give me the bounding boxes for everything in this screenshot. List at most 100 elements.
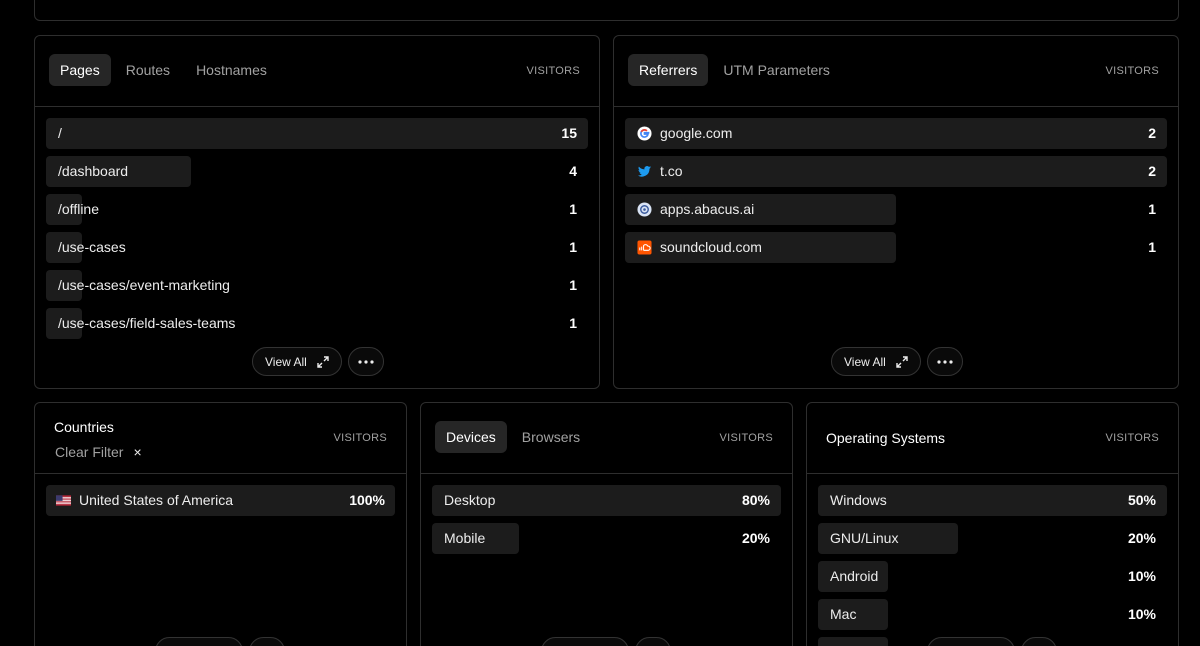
view-all-button[interactable] [155,637,243,646]
tab-browsers[interactable]: Browsers [511,421,591,453]
list-item[interactable]: Mac 10% [818,599,1167,630]
clear-filter-label: Clear Filter [55,444,124,460]
more-options-button[interactable] [347,347,384,376]
os-card: Operating Systems VISITORS Windows 50% G… [806,402,1179,646]
view-all-label: View All [844,354,886,369]
pages-footer: View All [252,347,384,376]
more-options-button[interactable] [926,347,963,376]
value-bar [625,156,1167,187]
visitor-count: 2 [1148,125,1156,141]
visitor-count: 2 [1148,163,1156,179]
list-item[interactable]: google.com 2 [625,118,1167,149]
page-path: /use-cases/field-sales-teams [58,315,236,331]
list-item[interactable]: Windows 50% [818,485,1167,516]
referrer: soundcloud.com [637,232,762,263]
os-title: Operating Systems [826,430,946,446]
clear-filter-button[interactable]: Clear Filter × [55,444,142,460]
page-path: / [58,125,62,141]
visitor-count: 15 [561,125,577,141]
view-all-button[interactable] [541,637,629,646]
referrer: google.com [637,118,732,149]
os-label: Mac [830,606,857,622]
referrer: apps.abacus.ai [637,194,754,225]
visitors-column-header: VISITORS [1105,432,1159,444]
pages-card: Pages Routes Hostnames VISITORS / 15 /da… [34,35,600,389]
list-item[interactable]: Desktop 80% [432,485,781,516]
visitor-share: 20% [741,530,770,546]
soundcloud-icon [637,240,652,255]
close-icon: × [133,444,142,460]
devices-card-header: Devices Browsers VISITORS [421,403,792,474]
view-all-button[interactable]: View All [831,347,921,376]
countries-card: Countries Clear Filter × VISITORS United… [34,402,407,646]
os-card-header: Operating Systems VISITORS [807,403,1178,474]
tab-routes[interactable]: Routes [115,54,181,86]
view-all-button[interactable] [927,637,1015,646]
visitors-column-header: VISITORS [333,432,387,444]
list-item[interactable]: soundcloud.com 1 [625,232,1167,263]
page-path: /use-cases [58,239,126,255]
us-flag-icon [56,495,71,506]
list-item[interactable]: /use-cases/event-marketing 1 [46,270,588,301]
referrer: t.co [637,156,683,187]
expand-icon [317,355,329,368]
countries-card-header: Countries Clear Filter × VISITORS [35,403,406,474]
countries-footer [155,637,285,646]
list-item[interactable]: t.co 2 [625,156,1167,187]
referrer-label: google.com [660,125,733,141]
visitor-share: 80% [741,492,770,508]
list-item[interactable]: Android 10% [818,561,1167,592]
tab-hostnames[interactable]: Hostnames [185,54,278,86]
list-item[interactable]: GNU/Linux 20% [818,523,1167,554]
abacus-icon [637,202,652,217]
country: United States of America [56,485,233,516]
list-item[interactable]: apps.abacus.ai 1 [625,194,1167,225]
twitter-icon [637,166,652,177]
os-label: Android [830,568,879,584]
page-path: /dashboard [58,163,129,179]
visitor-count: 1 [569,239,577,255]
list-item[interactable]: / 15 [46,118,588,149]
devices-footer [541,637,671,646]
country-label: United States of America [79,492,234,508]
list-item[interactable]: /use-cases/field-sales-teams 1 [46,308,588,339]
referrers-list: google.com 2 t.co 2 apps.abacus.ai 1 sou… [625,118,1167,270]
visitor-share: 50% [1127,492,1156,508]
view-all-label: View All [265,354,307,369]
tab-referrers[interactable]: Referrers [628,54,709,86]
list-item[interactable]: Mobile 20% [432,523,781,554]
device-label: Mobile [444,530,486,546]
list-item[interactable]: /dashboard 4 [46,156,588,187]
devices-tabs: Devices Browsers [435,421,591,453]
os-label: GNU/Linux [830,530,899,546]
devices-list: Desktop 80% Mobile 20% [432,485,781,561]
visitor-count: 1 [569,277,577,293]
pages-tabs: Pages Routes Hostnames [49,54,278,86]
referrer-label: soundcloud.com [660,239,762,255]
more-options-button[interactable] [249,637,285,646]
expand-icon [896,355,908,368]
visitors-column-header: VISITORS [719,432,773,444]
list-item[interactable]: United States of America 100% [46,485,395,516]
list-item[interactable]: /use-cases 1 [46,232,588,263]
pages-card-header: Pages Routes Hostnames VISITORS [35,36,599,107]
top-card [34,0,1179,21]
list-item[interactable]: /offline 1 [46,194,588,225]
visitor-share: 20% [1127,530,1156,546]
tab-devices[interactable]: Devices [435,421,507,453]
value-bar [46,118,588,149]
visitor-count: 1 [1148,201,1156,217]
referrer-label: apps.abacus.ai [660,201,755,217]
visitor-count: 4 [569,163,577,179]
more-options-button[interactable] [635,637,671,646]
view-all-button[interactable]: View All [252,347,342,376]
device-label: Desktop [444,492,496,508]
visitors-column-header: VISITORS [1105,65,1159,77]
more-options-button[interactable] [1021,637,1057,646]
visitor-share: 100% [349,492,385,508]
page-path: /use-cases/event-marketing [58,277,230,293]
referrers-card-header: Referrers UTM Parameters VISITORS [614,36,1178,107]
os-footer [927,637,1057,646]
tab-pages[interactable]: Pages [49,54,111,86]
tab-utm-parameters[interactable]: UTM Parameters [712,54,841,86]
